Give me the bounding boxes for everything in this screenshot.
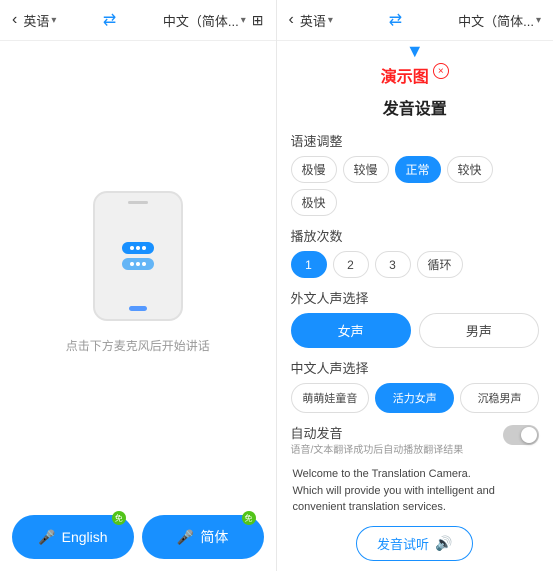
cn-voice-0[interactable]: 萌萌娃童音 — [291, 383, 370, 413]
right-nav-right: 中文（简体... ▾ — [458, 11, 541, 30]
right-lang-to-label: 中文（简体... — [458, 11, 534, 30]
speed-option-2[interactable]: 正常 — [395, 156, 441, 183]
right-top-bar: ‹ 英语 ▾ ⇄ 中文（简体... ▾ — [277, 0, 553, 41]
playback-option-0[interactable]: 1 — [291, 251, 327, 278]
bottom-buttons: 免 🎤 English 免 🎤 简体 — [0, 503, 276, 571]
chinese-mic-badge: 免 — [242, 511, 256, 525]
cn-voice-label: 中文人声选择 — [291, 358, 540, 377]
left-nav-left: ‹ 英语 ▾ — [12, 11, 56, 30]
trial-label: 发音试听 — [377, 534, 429, 553]
speed-options: 极慢 较慢 正常 较快 极快 — [291, 156, 540, 216]
right-lang-from-arrow: ▾ — [328, 15, 333, 26]
speed-option-4[interactable]: 极快 — [291, 189, 337, 216]
trial-btn-wrapper: 发音试听 🔊 — [291, 516, 540, 565]
down-arrow-container: ▼ — [406, 41, 424, 62]
demo-label: 演示图 — [381, 63, 429, 87]
demo-badge-area: ▼ 演示图 × — [277, 47, 553, 87]
settings-title: 发音设置 — [291, 95, 540, 119]
left-top-bar: ‹ 英语 ▾ ⇄ 中文（简体... ▾ ⊞ — [0, 0, 276, 41]
chinese-btn-label: 简体 — [200, 527, 228, 547]
english-mic-icon: 🎤 — [38, 529, 55, 546]
speed-option-0[interactable]: 极慢 — [291, 156, 337, 183]
speed-option-3[interactable]: 较快 — [447, 156, 493, 183]
right-lang-from-btn[interactable]: 英语 ▾ — [300, 11, 333, 30]
playback-option-3[interactable]: 循环 — [417, 251, 463, 278]
chinese-mic-icon: 🎤 — [177, 529, 194, 546]
close-demo-button[interactable]: × — [433, 63, 449, 79]
bubble-dots — [130, 246, 146, 250]
bubble-blue — [122, 242, 154, 254]
left-grid-icon[interactable]: ⊞ — [252, 12, 264, 29]
foreign-voice-options: 女声 男声 — [291, 313, 540, 348]
speed-option-1[interactable]: 较慢 — [343, 156, 389, 183]
hint-text: 点击下方麦克风后开始讲话 — [66, 337, 210, 354]
chat-bubbles — [122, 242, 154, 270]
left-swap-icon[interactable]: ⇄ — [103, 10, 116, 30]
bubble-dots-2 — [130, 262, 146, 266]
cn-voice-2[interactable]: 沉稳男声 — [460, 383, 539, 413]
bubble-light-blue — [122, 258, 154, 270]
playback-section-label: 播放次数 — [291, 226, 540, 245]
left-panel: ‹ 英语 ▾ ⇄ 中文（简体... ▾ ⊞ — [0, 0, 276, 571]
right-panel: ‹ 英语 ▾ ⇄ 中文（简体... ▾ ▼ 演示图 × 发音设置 语速调整 极慢… — [277, 0, 553, 571]
playback-options: 1 2 3 循环 — [291, 251, 540, 278]
foreign-voice-male[interactable]: 男声 — [419, 313, 539, 348]
left-lang-to-label: 中文（简体... — [163, 11, 239, 30]
chinese-button[interactable]: 免 🎤 简体 — [142, 515, 264, 559]
left-nav-right: 中文（简体... ▾ ⊞ — [163, 11, 264, 30]
down-arrow-icon: ▼ — [406, 41, 424, 62]
auto-title: 自动发音 — [291, 423, 496, 442]
left-lang-from-btn[interactable]: 英语 ▾ — [23, 11, 56, 30]
right-swap-icon[interactable]: ⇄ — [389, 10, 402, 30]
auto-toggle[interactable] — [503, 425, 539, 445]
auto-desc: 语音/文本翻译成功后自动播放翻译结果 — [291, 444, 496, 458]
right-back-arrow[interactable]: ‹ — [289, 11, 294, 29]
left-lang-to-btn[interactable]: 中文（简体... ▾ — [163, 11, 246, 30]
left-lang-from-label: 英语 — [23, 11, 49, 30]
english-button[interactable]: 免 🎤 English — [12, 515, 134, 559]
playback-option-1[interactable]: 2 — [333, 251, 369, 278]
left-lang-to-arrow: ▾ — [241, 15, 246, 26]
settings-panel: 发音设置 语速调整 极慢 较慢 正常 较快 极快 播放次数 1 2 3 循环 外… — [277, 87, 553, 571]
right-lang-to-btn[interactable]: 中文（简体... ▾ — [458, 11, 541, 30]
preview-text: Welcome to the Translation Camera.Which … — [291, 466, 540, 516]
cn-voice-1[interactable]: 活力女声 — [375, 383, 454, 413]
right-lang-from-label: 英语 — [300, 11, 326, 30]
playback-option-2[interactable]: 3 — [375, 251, 411, 278]
left-main-content: 点击下方麦克风后开始讲话 — [0, 41, 276, 503]
speaker-icon: 🔊 — [435, 535, 452, 552]
trial-button[interactable]: 发音试听 🔊 — [356, 526, 473, 561]
phone-illustration — [93, 191, 183, 321]
speed-section-label: 语速调整 — [291, 131, 540, 150]
foreign-voice-label: 外文人声选择 — [291, 288, 540, 307]
left-back-arrow[interactable]: ‹ — [12, 11, 17, 29]
english-mic-badge: 免 — [112, 511, 126, 525]
foreign-voice-female[interactable]: 女声 — [291, 313, 411, 348]
auto-left: 自动发音 语音/文本翻译成功后自动播放翻译结果 — [291, 423, 496, 458]
english-btn-label: English — [62, 529, 108, 545]
right-lang-to-arrow: ▾ — [536, 15, 541, 26]
left-lang-from-arrow: ▾ — [51, 15, 56, 26]
auto-section: 自动发音 语音/文本翻译成功后自动播放翻译结果 — [291, 423, 540, 458]
right-nav-left: ‹ 英语 ▾ — [289, 11, 333, 30]
cn-voice-options: 萌萌娃童音 活力女声 沉稳男声 — [291, 383, 540, 413]
